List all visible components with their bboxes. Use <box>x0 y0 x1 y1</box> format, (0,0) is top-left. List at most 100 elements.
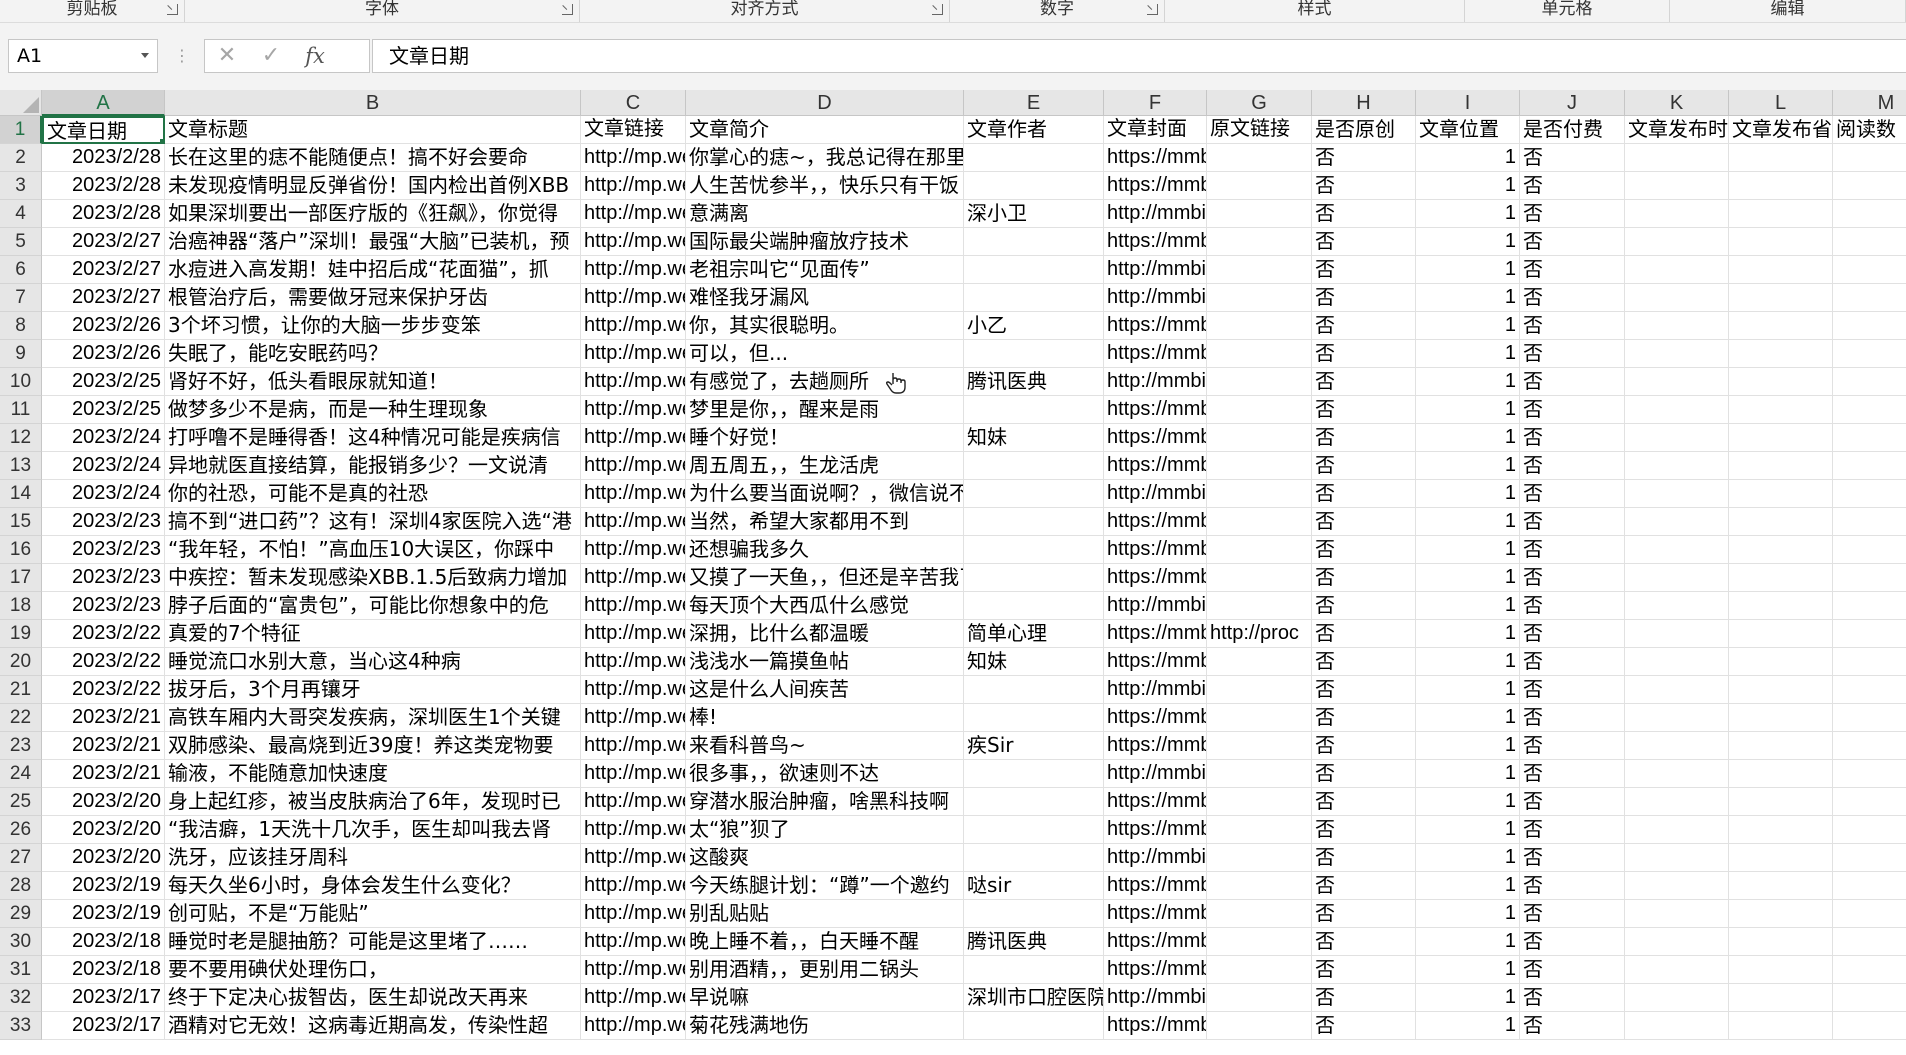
header-cell[interactable]: 文章发布时间 <box>1625 116 1729 144</box>
table-cell[interactable] <box>1729 312 1833 340</box>
table-cell[interactable]: 否 <box>1520 424 1625 452</box>
table-cell[interactable]: 否 <box>1520 732 1625 760</box>
table-cell[interactable]: https://mmbiz.qpic.cn <box>1104 704 1207 732</box>
table-cell[interactable]: http://mmbiz.qpic.cn/ <box>1104 256 1207 284</box>
table-cell[interactable]: 1 <box>1416 816 1520 844</box>
table-cell[interactable] <box>1625 900 1729 928</box>
table-cell[interactable]: http://proc <box>1207 620 1312 648</box>
table-cell[interactable] <box>964 508 1104 536</box>
table-cell[interactable]: https://mmbiz.qpic.cn <box>1104 732 1207 760</box>
table-cell[interactable] <box>1625 312 1729 340</box>
table-cell[interactable] <box>1625 340 1729 368</box>
table-cell[interactable]: 1 <box>1416 256 1520 284</box>
dialog-launcher-icon[interactable] <box>932 4 943 15</box>
table-cell[interactable]: 2023/2/18 <box>42 956 165 984</box>
table-cell[interactable]: 否 <box>1520 144 1625 172</box>
table-cell[interactable] <box>1625 844 1729 872</box>
column-header-j[interactable]: J <box>1520 90 1625 116</box>
table-cell[interactable]: http://mp.weixin.qq.com <box>581 620 686 648</box>
table-cell[interactable] <box>1833 564 1906 592</box>
table-cell[interactable] <box>964 956 1104 984</box>
table-cell[interactable]: 知妹 <box>964 424 1104 452</box>
table-cell[interactable] <box>1729 676 1833 704</box>
table-cell[interactable]: 2023/2/19 <box>42 872 165 900</box>
table-cell[interactable] <box>1729 760 1833 788</box>
table-cell[interactable] <box>1207 984 1312 1012</box>
table-cell[interactable]: 否 <box>1520 676 1625 704</box>
table-cell[interactable]: 真爱的7个特征 <box>165 620 581 648</box>
table-cell[interactable] <box>1625 732 1729 760</box>
table-cell[interactable] <box>1207 928 1312 956</box>
table-cell[interactable]: http://mp.weixin.qq.com <box>581 760 686 788</box>
table-cell[interactable] <box>964 1012 1104 1040</box>
table-cell[interactable]: 浅浅水一篇摸鱼帖 <box>686 648 964 676</box>
table-cell[interactable]: 否 <box>1312 536 1416 564</box>
row-header[interactable]: 14 <box>0 480 42 508</box>
table-cell[interactable]: 异地就医直接结算，能报销多少？一文说清 <box>165 452 581 480</box>
table-cell[interactable] <box>1207 704 1312 732</box>
table-cell[interactable]: 1 <box>1416 900 1520 928</box>
table-cell[interactable]: 人生苦忧参半，，快乐只有干饭 <box>686 172 964 200</box>
table-cell[interactable]: 腾讯医典 <box>964 368 1104 396</box>
row-header[interactable]: 33 <box>0 1012 42 1040</box>
table-cell[interactable]: https://mmbiz.qpic.cn <box>1104 396 1207 424</box>
row-header[interactable]: 16 <box>0 536 42 564</box>
table-cell[interactable] <box>1625 816 1729 844</box>
table-cell[interactable]: 否 <box>1312 452 1416 480</box>
table-cell[interactable]: https://mmbiz.qpic.cn <box>1104 536 1207 564</box>
row-header[interactable]: 8 <box>0 312 42 340</box>
row-header[interactable]: 25 <box>0 788 42 816</box>
table-cell[interactable]: http://mp.weixin.qq.com <box>581 564 686 592</box>
header-cell[interactable]: 文章标题 <box>165 116 581 144</box>
table-cell[interactable]: 1 <box>1416 788 1520 816</box>
table-cell[interactable]: https://mmbiz.qpic.cn <box>1104 144 1207 172</box>
table-cell[interactable] <box>1833 228 1906 256</box>
table-cell[interactable]: 2023/2/24 <box>42 424 165 452</box>
table-cell[interactable]: 2023/2/28 <box>42 144 165 172</box>
table-cell[interactable]: https://mmbiz.qpic.cn <box>1104 312 1207 340</box>
table-cell[interactable]: http://mp.weixin.qq.com <box>581 256 686 284</box>
table-cell[interactable]: 2023/2/21 <box>42 704 165 732</box>
table-cell[interactable]: 否 <box>1520 396 1625 424</box>
table-cell[interactable] <box>1729 732 1833 760</box>
chevron-down-icon[interactable] <box>141 53 149 58</box>
table-cell[interactable] <box>1207 760 1312 788</box>
table-cell[interactable]: 1 <box>1416 676 1520 704</box>
row-header[interactable]: 15 <box>0 508 42 536</box>
table-cell[interactable]: http://mp.weixin.qq.com <box>581 508 686 536</box>
table-cell[interactable]: 小乙 <box>964 312 1104 340</box>
table-cell[interactable] <box>1207 424 1312 452</box>
insert-function-icon[interactable]: fx <box>295 40 335 72</box>
table-cell[interactable]: https://mmbiz.qpic.cn <box>1104 816 1207 844</box>
table-cell[interactable]: 深小卫 <box>964 200 1104 228</box>
table-cell[interactable] <box>1729 172 1833 200</box>
table-cell[interactable]: http://mp.weixin.qq.com <box>581 172 686 200</box>
table-cell[interactable] <box>1207 844 1312 872</box>
column-header-f[interactable]: F <box>1104 90 1207 116</box>
row-header[interactable]: 23 <box>0 732 42 760</box>
table-cell[interactable]: http://mmbiz.qpic.cn/ <box>1104 368 1207 396</box>
table-cell[interactable] <box>964 592 1104 620</box>
table-cell[interactable] <box>1207 536 1312 564</box>
table-cell[interactable] <box>1625 144 1729 172</box>
table-cell[interactable]: 2023/2/21 <box>42 732 165 760</box>
table-cell[interactable]: 打呼噜不是睡得香！这4种情况可能是疾病信 <box>165 424 581 452</box>
table-cell[interactable]: http://mmbiz.qpic.cn/ <box>1104 760 1207 788</box>
table-cell[interactable] <box>1833 760 1906 788</box>
row-header[interactable]: 32 <box>0 984 42 1012</box>
table-cell[interactable]: https://mmbiz.qpic.cn <box>1104 900 1207 928</box>
table-cell[interactable]: 每天顶个大西瓜什么感觉 <box>686 592 964 620</box>
table-cell[interactable]: 睡觉时老是腿抽筋？可能是这里堵了…… <box>165 928 581 956</box>
table-cell[interactable] <box>1833 732 1906 760</box>
formula-input[interactable]: 文章日期 <box>372 39 1906 73</box>
table-cell[interactable] <box>1207 256 1312 284</box>
table-cell[interactable] <box>1625 984 1729 1012</box>
table-cell[interactable]: 1 <box>1416 704 1520 732</box>
column-header-a[interactable]: A <box>42 90 165 116</box>
table-cell[interactable] <box>1729 704 1833 732</box>
row-header[interactable]: 18 <box>0 592 42 620</box>
column-header-g[interactable]: G <box>1207 90 1312 116</box>
table-cell[interactable]: 这酸爽 <box>686 844 964 872</box>
table-cell[interactable]: 否 <box>1312 956 1416 984</box>
table-cell[interactable] <box>964 816 1104 844</box>
